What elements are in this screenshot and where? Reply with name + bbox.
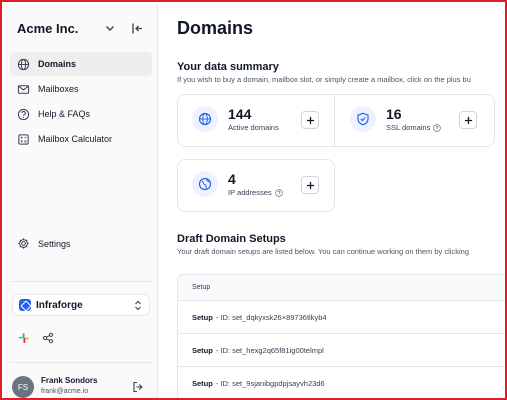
- plus-icon: [306, 116, 314, 124]
- integration-links: [18, 332, 54, 344]
- help-circle-icon[interactable]: [433, 123, 442, 132]
- row-id: - ID: set_9sjanibgpdpjsayvh23d6: [215, 378, 325, 388]
- stat-icon-wrapper: [192, 106, 218, 132]
- row-id: - ID: set_hexg2q65f81ig00telmpl: [215, 345, 324, 355]
- chevron-updown-icon: [135, 300, 141, 311]
- sidebar-nav: Domains Mailboxes Help & FAQs Mailbox Ca…: [10, 52, 152, 152]
- shield-check-icon: [357, 112, 369, 126]
- main-content: Domains Your data summary If you wish to…: [159, 4, 505, 398]
- row-label: Setup: [192, 312, 213, 322]
- calculator-icon: [18, 133, 29, 145]
- workspace-logo-icon: [19, 299, 31, 311]
- avatar[interactable]: FS: [12, 376, 34, 398]
- row-label: Setup: [192, 378, 213, 388]
- table-row[interactable]: Setup - ID: set_dqkyxsk26×89736tlkyb4: [178, 301, 505, 334]
- plus-icon: [306, 181, 314, 189]
- sidebar-item-label: Help & FAQs: [38, 109, 91, 119]
- globe-icon: [198, 112, 212, 126]
- sidebar-item-label: Mailboxes: [38, 84, 79, 94]
- sidebar-item-label: Mailbox Calculator: [38, 134, 113, 144]
- globe-icon: [17, 58, 30, 70]
- sidebar-item-help[interactable]: Help & FAQs: [10, 102, 152, 126]
- stat-value: 16: [386, 106, 402, 122]
- section-description: If you wish to buy a domain, mailbox slo…: [177, 75, 471, 84]
- stat-icon-wrapper: [350, 106, 376, 132]
- row-label: Setup: [192, 345, 213, 355]
- sidebar-item-mailboxes[interactable]: Mailboxes: [10, 77, 152, 101]
- stat-value: 144: [228, 106, 252, 122]
- divider: [334, 95, 335, 146]
- logout-icon[interactable]: [132, 381, 144, 393]
- share-icon[interactable]: [42, 332, 54, 344]
- table-header: Setup: [178, 275, 505, 301]
- sidebar-item-label: Domains: [38, 59, 77, 69]
- divider: [10, 362, 152, 363]
- workspace-name: Infraforge: [36, 299, 83, 311]
- stat-icon-wrapper: [192, 171, 218, 197]
- add-ssl-button[interactable]: [459, 111, 477, 129]
- stat-ssl-domains: 16 SSL domains: [350, 106, 442, 132]
- network-globe-icon: [198, 177, 212, 191]
- stat-ip-addresses: 4 IP addresses: [192, 171, 283, 197]
- table-row[interactable]: Setup - ID: set_9sjanibgpdpjsayvh23d6: [178, 367, 505, 398]
- section-description: Your draft domain setups are listed belo…: [177, 247, 469, 256]
- stat-value: 4: [228, 171, 236, 187]
- sidebar: Acme Inc. Domains Mailboxes Help & FAQs …: [4, 4, 158, 398]
- draft-setups-table: Setup Setup - ID: set_dqkyxsk26×89736tlk…: [177, 274, 505, 398]
- stat-active-domains: 144 Active domains: [192, 106, 279, 132]
- user-name: Frank Sondors: [41, 376, 98, 385]
- stat-label: SSL domains: [386, 123, 431, 132]
- stat-label: IP addresses: [228, 188, 272, 197]
- help-circle-icon[interactable]: [274, 188, 283, 197]
- section-title: Your data summary: [177, 61, 279, 73]
- chevron-down-icon[interactable]: [104, 22, 116, 34]
- mail-icon: [17, 84, 30, 94]
- plus-icon: [464, 116, 472, 124]
- org-name[interactable]: Acme Inc.: [17, 21, 78, 36]
- stat-label: Active domains: [228, 123, 279, 132]
- sidebar-item-calculator[interactable]: Mailbox Calculator: [10, 127, 152, 151]
- add-ip-button[interactable]: [301, 176, 319, 194]
- workspace-switcher[interactable]: Infraforge: [12, 294, 150, 316]
- divider: [10, 281, 152, 282]
- settings-label: Settings: [38, 238, 71, 249]
- row-id: - ID: set_dqkyxsk26×89736tlkyb4: [215, 312, 327, 322]
- app-frame: Acme Inc. Domains Mailboxes Help & FAQs …: [0, 0, 507, 400]
- sidebar-item-settings[interactable]: Settings: [17, 237, 71, 250]
- section-title: Draft Domain Setups: [177, 233, 286, 245]
- gear-icon: [18, 238, 29, 249]
- table-row[interactable]: Setup - ID: set_hexg2q65f81ig00telmpl: [178, 334, 505, 367]
- add-domain-button[interactable]: [301, 111, 319, 129]
- page-title: Domains: [177, 18, 254, 38]
- slack-icon[interactable]: [18, 332, 30, 344]
- user-email: frank@acme.io: [41, 388, 89, 395]
- help-icon: [17, 108, 30, 120]
- collapse-sidebar-icon[interactable]: [131, 22, 144, 35]
- sidebar-item-domains[interactable]: Domains: [10, 52, 152, 76]
